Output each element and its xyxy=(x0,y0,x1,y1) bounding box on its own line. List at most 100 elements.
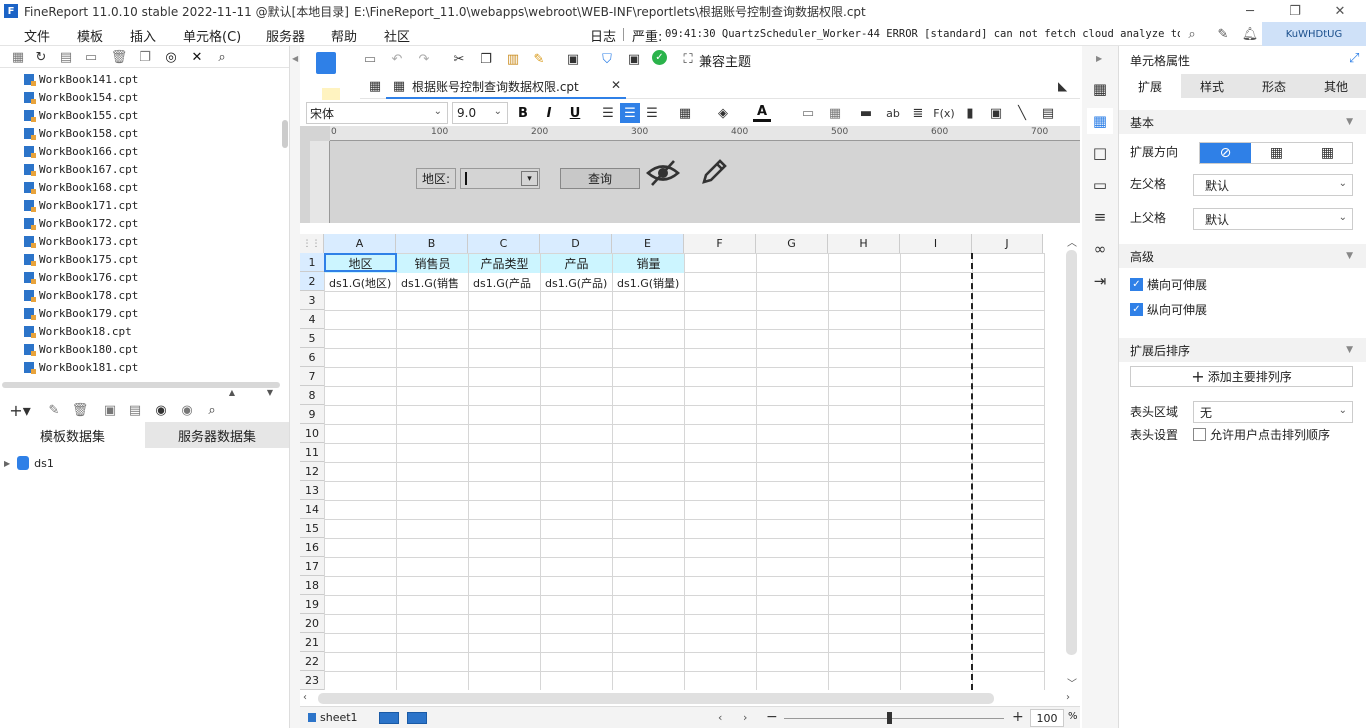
zoom-out-icon[interactable]: − xyxy=(766,709,778,725)
file-tree-item[interactable]: WorkBook172.cpt xyxy=(24,214,138,232)
column-header[interactable]: B xyxy=(396,234,468,253)
data-cell[interactable]: ds1.G(销售 xyxy=(397,273,468,292)
add-sheet-icon[interactable] xyxy=(379,712,399,724)
cut-icon[interactable]: ✂ xyxy=(450,50,468,68)
scroll-right-icon[interactable]: › xyxy=(1066,692,1070,703)
tab-style[interactable]: 样式 xyxy=(1181,74,1243,98)
column-header[interactable]: A xyxy=(324,234,396,253)
region-combo-box[interactable]: ▾ xyxy=(460,168,540,189)
analyze-icon[interactable]: ▣ xyxy=(625,50,643,68)
edit-icon[interactable]: ✎ xyxy=(45,401,63,419)
search-icon[interactable]: ⌕ xyxy=(203,401,221,419)
scroll-down-icon[interactable]: ▼ xyxy=(264,386,276,398)
row-header[interactable]: 4 xyxy=(300,310,324,329)
file-tree-item[interactable]: WorkBook180.cpt xyxy=(24,340,138,358)
compat-theme-label[interactable]: 兼容主题 xyxy=(699,51,751,70)
menu-community[interactable]: 社区 xyxy=(384,26,410,45)
prev-sheet-icon[interactable]: ‹ xyxy=(718,711,722,724)
zoom-slider-track[interactable] xyxy=(784,718,1004,719)
data-cell[interactable]: ds1.G(产品 xyxy=(469,273,540,292)
save-icon[interactable]: ▭ xyxy=(361,50,379,68)
row-header[interactable]: 12 xyxy=(300,462,324,481)
condition-attributes-icon[interactable]: ≡ xyxy=(1091,208,1109,226)
redo-icon[interactable]: ↷ xyxy=(415,50,433,68)
header-cell[interactable]: 产品 xyxy=(541,254,612,273)
tree-hscrollbar[interactable] xyxy=(2,382,280,388)
top-parent-select[interactable]: 默认 ⌄ xyxy=(1193,208,1353,230)
zoom-in-icon[interactable]: + xyxy=(1012,709,1024,725)
template-tab[interactable]: ▦ 根据账号控制查询数据权限.cpt ✕ xyxy=(386,73,626,99)
file-tree-item[interactable]: WorkBook18.cpt xyxy=(24,322,132,340)
close-window-icon[interactable]: ✕ xyxy=(1330,2,1350,20)
delete-dataset-icon[interactable]: 🗑︎ xyxy=(71,401,89,419)
refresh-icon[interactable]: ↻ xyxy=(32,48,50,66)
file-tree-item[interactable]: WorkBook173.cpt xyxy=(24,232,138,250)
row-header[interactable]: 17 xyxy=(300,557,324,576)
data-cell[interactable]: ds1.G(产品) xyxy=(541,273,612,292)
row-header[interactable]: 21 xyxy=(300,633,324,652)
tab-other[interactable]: 其他 xyxy=(1305,74,1366,98)
format-painter-icon[interactable]: ✎ xyxy=(530,50,548,68)
file-tree-item[interactable]: WorkBook168.cpt xyxy=(24,178,138,196)
row-header[interactable]: 20 xyxy=(300,614,324,633)
file-tree-item[interactable]: WorkBook176.cpt xyxy=(24,268,138,286)
row-header[interactable]: 23 xyxy=(300,671,324,690)
delete-icon[interactable]: 🗑︎ xyxy=(110,48,128,66)
row-header[interactable]: 5 xyxy=(300,329,324,348)
left-parent-select[interactable]: 默认 ⌄ xyxy=(1193,174,1353,196)
font-size-select[interactable]: 9.0 ⌄ xyxy=(452,102,508,124)
column-header[interactable]: E xyxy=(612,234,684,253)
header-area-select[interactable]: 无 ⌄ xyxy=(1193,401,1353,423)
row-header[interactable]: 18 xyxy=(300,576,324,595)
menu-file[interactable]: 文件 xyxy=(24,26,50,45)
file-tree-item[interactable]: WorkBook154.cpt xyxy=(24,88,138,106)
add-dataset-icon[interactable]: +▾ xyxy=(6,401,34,420)
report-preview-icon[interactable] xyxy=(316,52,336,74)
header-cell[interactable]: 销售员 xyxy=(397,254,468,273)
float-element-icon[interactable]: □ xyxy=(1091,144,1109,162)
allow-sort-checkbox[interactable]: 允许用户点击排列顺序 xyxy=(1193,426,1330,443)
database-config-icon[interactable]: ◉ xyxy=(178,401,196,419)
theme-icon[interactable]: ⛶ xyxy=(679,50,697,68)
menu-template[interactable]: 模板 xyxy=(77,26,103,45)
font-color-icon[interactable]: A xyxy=(753,104,771,122)
chart-icon[interactable]: ▮ xyxy=(961,104,979,122)
file-tree-item[interactable]: WorkBook141.cpt xyxy=(24,70,138,88)
menu-cell[interactable]: 单元格(C) xyxy=(183,26,241,45)
row-header[interactable]: 15 xyxy=(300,519,324,538)
file-tree-item[interactable]: WorkBook178.cpt xyxy=(24,286,138,304)
horizontal-expand-checkbox[interactable]: ✓ 横向可伸展 xyxy=(1130,276,1207,293)
diagonal-line-icon[interactable]: ╲ xyxy=(1013,104,1031,122)
minimize-icon[interactable]: ─ xyxy=(1240,2,1260,20)
database-icon[interactable]: ◉ xyxy=(152,401,170,419)
cell-element-icon[interactable]: ▦ xyxy=(1091,80,1109,98)
align-right-icon[interactable]: ☰ xyxy=(643,104,661,122)
copy-icon[interactable]: ❐ xyxy=(136,48,154,66)
shield-icon[interactable]: ⛉ xyxy=(598,50,616,68)
text-field-icon[interactable]: ▬ xyxy=(857,104,875,122)
open-icon[interactable]: ▤ xyxy=(57,48,75,66)
section-advanced[interactable]: 高级 ▼ xyxy=(1119,244,1366,268)
bold-icon[interactable]: B xyxy=(514,104,532,122)
menu-server[interactable]: 服务器 xyxy=(266,26,305,45)
file-tree-item[interactable]: WorkBook175.cpt xyxy=(24,250,138,268)
hyperlink-icon[interactable]: ∞ xyxy=(1091,240,1109,258)
collapse-left-icon[interactable]: ◀ xyxy=(292,54,298,63)
row-header[interactable]: 3 xyxy=(300,291,324,310)
check-icon[interactable]: ✓ xyxy=(652,50,667,65)
data-cell[interactable]: ds1.G(地区) xyxy=(325,273,396,292)
align-left-icon[interactable]: ☰ xyxy=(599,104,617,122)
row-header[interactable]: 16 xyxy=(300,538,324,557)
row-header[interactable]: 7 xyxy=(300,367,324,386)
column-header[interactable]: H xyxy=(828,234,900,253)
align-center-icon[interactable]: ☰ xyxy=(620,103,640,123)
expand-horizontal-icon[interactable]: ▦ xyxy=(1302,143,1353,163)
notification-bell-icon[interactable]: 🔔︎ xyxy=(1241,25,1259,43)
image-icon[interactable]: ▣ xyxy=(987,104,1005,122)
new-folder-icon[interactable]: ▦ xyxy=(9,48,27,66)
scroll-down-icon[interactable]: ﹀ xyxy=(1066,676,1078,690)
log-label[interactable]: 日志 xyxy=(590,26,616,45)
vertical-expand-checkbox[interactable]: ✓ 纵向可伸展 xyxy=(1130,301,1207,318)
sheet-tab[interactable]: sheet1 xyxy=(320,711,358,724)
text-ab-icon[interactable]: ab xyxy=(884,104,902,122)
